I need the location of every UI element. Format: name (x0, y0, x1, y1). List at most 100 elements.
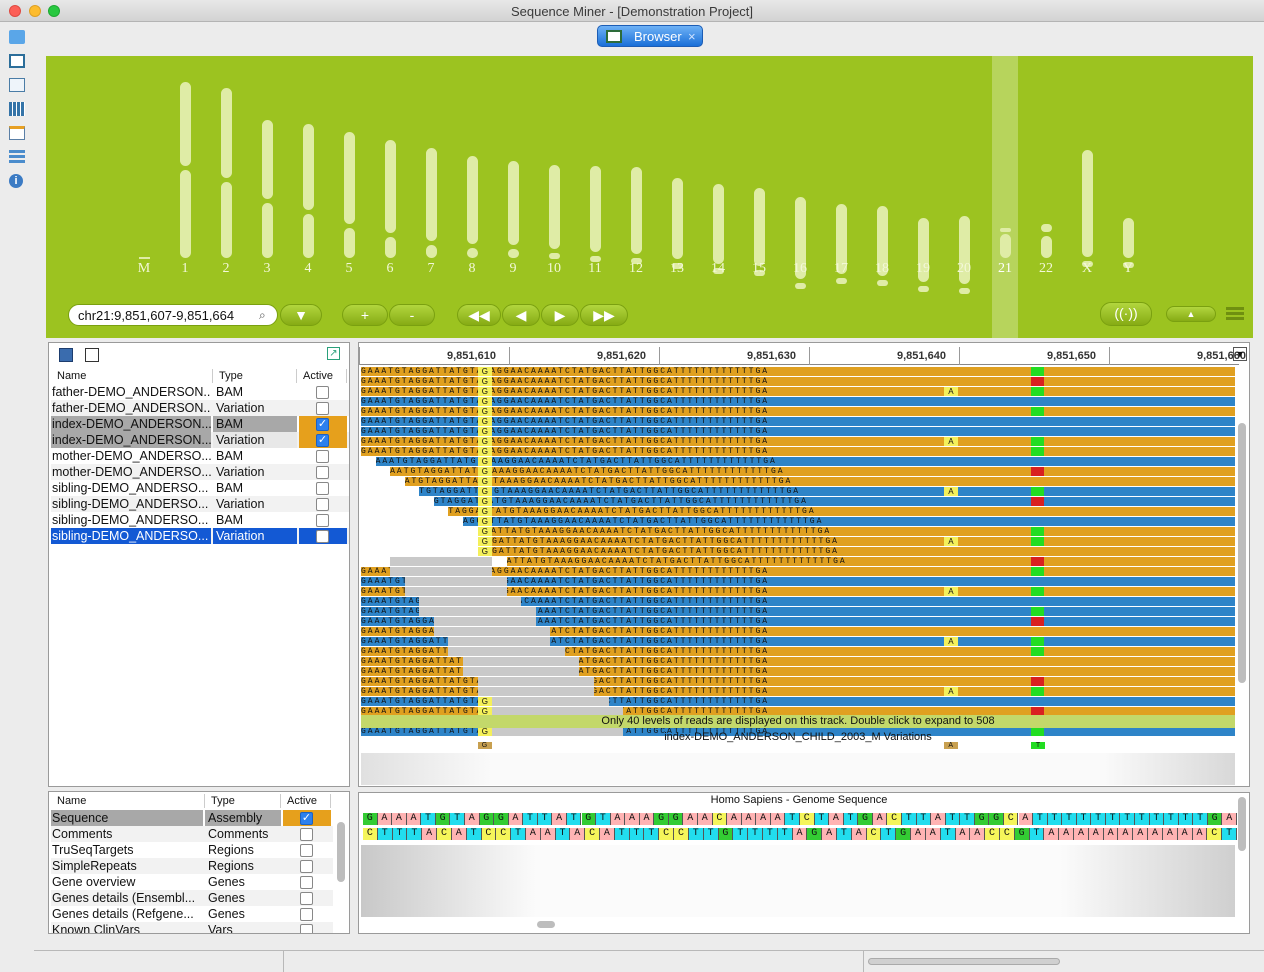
data-track-row[interactable]: father-DEMO_ANDERSON... BAM (51, 384, 349, 400)
chromosome-10-parm[interactable] (549, 165, 560, 249)
chromosome-14-parm[interactable] (713, 184, 724, 264)
chromosome-label-14[interactable]: 14 (703, 261, 733, 277)
annotation-track-row[interactable]: SimpleRepeats Regions (51, 858, 333, 874)
table-icon[interactable] (9, 126, 25, 140)
read[interactable]: AATGTAGGATTATGTAAAGGAACAAAATCTATGACTTATT… (390, 467, 1235, 476)
read[interactable]: GAAATGTAGGATTATGTAAAGGAACAAAATCTATGACTTA… (361, 377, 1235, 386)
data-track-row[interactable]: sibling-DEMO_ANDERSO... BAM (51, 512, 349, 528)
chromosome-label-19[interactable]: 19 (908, 261, 938, 277)
active-checkbox[interactable] (300, 860, 313, 873)
chromosome-label-4[interactable]: 4 (293, 261, 323, 277)
annotation-track-row[interactable]: TruSeqTargets Regions (51, 842, 333, 858)
chromosome-2-qarm[interactable] (221, 182, 232, 258)
chromosome-3-parm[interactable] (262, 120, 273, 199)
jump-right-button[interactable]: ▶▶ (580, 304, 628, 326)
read[interactable]: GAAATGTAGGATTATGTAAAGGAACAAAATCTATGACTTA… (361, 447, 1235, 456)
chromosome-label-22[interactable]: 22 (1031, 261, 1061, 277)
export-icon[interactable] (85, 348, 99, 362)
column-header-active[interactable]: Active (297, 369, 347, 383)
chromosome-10-qarm[interactable] (549, 253, 560, 259)
chromosome-11-parm[interactable] (590, 166, 601, 252)
read[interactable]: TGTAGGATTATGTAAAGGAACAAAATCTATGACTTATTGG… (419, 487, 1235, 496)
annotation-track-row[interactable]: Genes details (Ensembl... Genes (51, 890, 333, 906)
chromosome-15-parm[interactable] (754, 188, 765, 266)
chromosome-12-parm[interactable] (631, 167, 642, 254)
broadcast-button[interactable]: ((·)) (1100, 302, 1152, 326)
variation-mark[interactable]: T (1031, 742, 1046, 749)
read[interactable]: ATTATGTAAAGGAACAAAATCTATGACTTATTGGCATTTT… (506, 557, 1235, 566)
chromosome-19-qarm[interactable] (918, 286, 929, 292)
chromosome-X-parm[interactable] (1082, 150, 1093, 257)
active-checkbox[interactable] (316, 402, 329, 415)
chromosome-label-20[interactable]: 20 (949, 261, 979, 277)
read[interactable]: GAAATGTAGGATTATGTAAAGGAACAAAATCTATGACTTA… (361, 417, 1235, 426)
read[interactable]: GAAATGTAGGATTATGTAAAGGAACAAAATCTATGACTTA… (361, 427, 1235, 436)
read[interactable]: AGGATTATGTAAAGGAACAAAATCTATGACTTATTGGCAT… (462, 517, 1235, 526)
chromosome-label-Y[interactable]: Y (1113, 261, 1143, 277)
chromosome-4-parm[interactable] (303, 124, 314, 210)
chromosome-label-11[interactable]: 11 (580, 261, 610, 277)
chromosome-label-7[interactable]: 7 (416, 261, 446, 277)
chromosome-21-parm[interactable] (1000, 228, 1011, 232)
data-track-row[interactable]: sibling-DEMO_ANDERSO... BAM (51, 480, 349, 496)
active-checkbox[interactable]: ✓ (316, 434, 329, 447)
data-track-row[interactable]: mother-DEMO_ANDERSO... Variation (51, 464, 349, 480)
document-gear-icon[interactable] (9, 78, 25, 92)
horizontal-scrollbar[interactable] (537, 921, 555, 928)
active-checkbox[interactable] (316, 450, 329, 463)
active-checkbox[interactable] (300, 892, 313, 905)
active-checkbox[interactable]: ✓ (316, 418, 329, 431)
chromosome-8-qarm[interactable] (467, 248, 478, 258)
chromosome-17-qarm[interactable] (836, 278, 847, 284)
chromosome-18-qarm[interactable] (877, 280, 888, 286)
chromosome-6-parm[interactable] (385, 140, 396, 233)
active-checkbox[interactable] (316, 530, 329, 543)
read[interactable]: GTAGGATTATGTAAAGGAACAAAATCTATGACTTATTGGC… (433, 497, 1235, 506)
step-left-button[interactable]: ◀ (502, 304, 540, 326)
read[interactable]: GAAATGTAGGATTATGTAAAGGAACAAAATCTATGACTTA… (361, 397, 1235, 406)
chromosome-label-17[interactable]: 17 (826, 261, 856, 277)
collapse-panel-button[interactable]: ▲ (1166, 306, 1216, 322)
location-dropdown-button[interactable]: ▼ (280, 304, 322, 326)
read[interactable]: GATTATGTAAAGGAACAAAATCTATGACTTATTGGCATTT… (492, 547, 1235, 556)
chromosome-label-18[interactable]: 18 (867, 261, 897, 277)
chromosome-M[interactable] (139, 257, 150, 259)
chromosome-13-parm[interactable] (672, 178, 683, 259)
grid-icon[interactable] (9, 102, 25, 116)
chromosome-7-qarm[interactable] (426, 245, 437, 258)
active-checkbox[interactable] (316, 466, 329, 479)
chromosome-label-21[interactable]: 21 (990, 261, 1020, 277)
column-header-name[interactable]: Name (51, 794, 205, 808)
active-checkbox[interactable] (316, 482, 329, 495)
column-header-type[interactable]: Type (205, 794, 281, 808)
location-field[interactable]: chr21:9,851,607-9,851,664 ⌕ (68, 304, 278, 326)
variation-mark[interactable]: G (477, 742, 492, 749)
chromosome-9-qarm[interactable] (508, 249, 519, 258)
jump-left-button[interactable]: ◀◀ (457, 304, 501, 326)
chromosome-label-10[interactable]: 10 (539, 261, 569, 277)
chromosome-1-parm[interactable] (180, 82, 191, 166)
variation-mark[interactable]: A (943, 742, 958, 749)
active-checkbox[interactable] (316, 514, 329, 527)
data-track-row[interactable]: mother-DEMO_ANDERSO... BAM (51, 448, 349, 464)
read[interactable]: GGATTATGTAAAGGAACAAAATCTATGACTTATTGGCATT… (477, 527, 1235, 536)
read[interactable]: GAAATGTAGGATTATGTAAAGGAACAAAATCTATGACTTA… (361, 437, 1235, 446)
read[interactable]: GATTATGTAAAGGAACAAAATCTATGACTTATTGGCATTT… (492, 537, 1235, 546)
column-header-active[interactable]: Active (281, 794, 331, 808)
chromosome-label-12[interactable]: 12 (621, 261, 651, 277)
chromosome-21-qarm[interactable] (1000, 234, 1011, 258)
chromosome-6-qarm[interactable] (385, 237, 396, 258)
chromosome-20-qarm[interactable] (959, 288, 970, 294)
tab-browser[interactable]: Browser × (597, 25, 703, 47)
chromosome-label-M[interactable]: M (129, 261, 159, 277)
column-header-type[interactable]: Type (213, 369, 297, 383)
chromosome-label-9[interactable]: 9 (498, 261, 528, 277)
chromosome-9-parm[interactable] (508, 161, 519, 245)
chromosome-16-qarm[interactable] (795, 283, 806, 289)
read[interactable]: GAAATGTAGGATTATGTAAAGGAACAAAATCTATGACTTA… (361, 567, 1235, 576)
active-checkbox[interactable] (300, 876, 313, 889)
chromosome-label-5[interactable]: 5 (334, 261, 364, 277)
chromosome-label-1[interactable]: 1 (170, 261, 200, 277)
chromosome-label-16[interactable]: 16 (785, 261, 815, 277)
external-link-icon[interactable]: ↗ (327, 347, 340, 360)
